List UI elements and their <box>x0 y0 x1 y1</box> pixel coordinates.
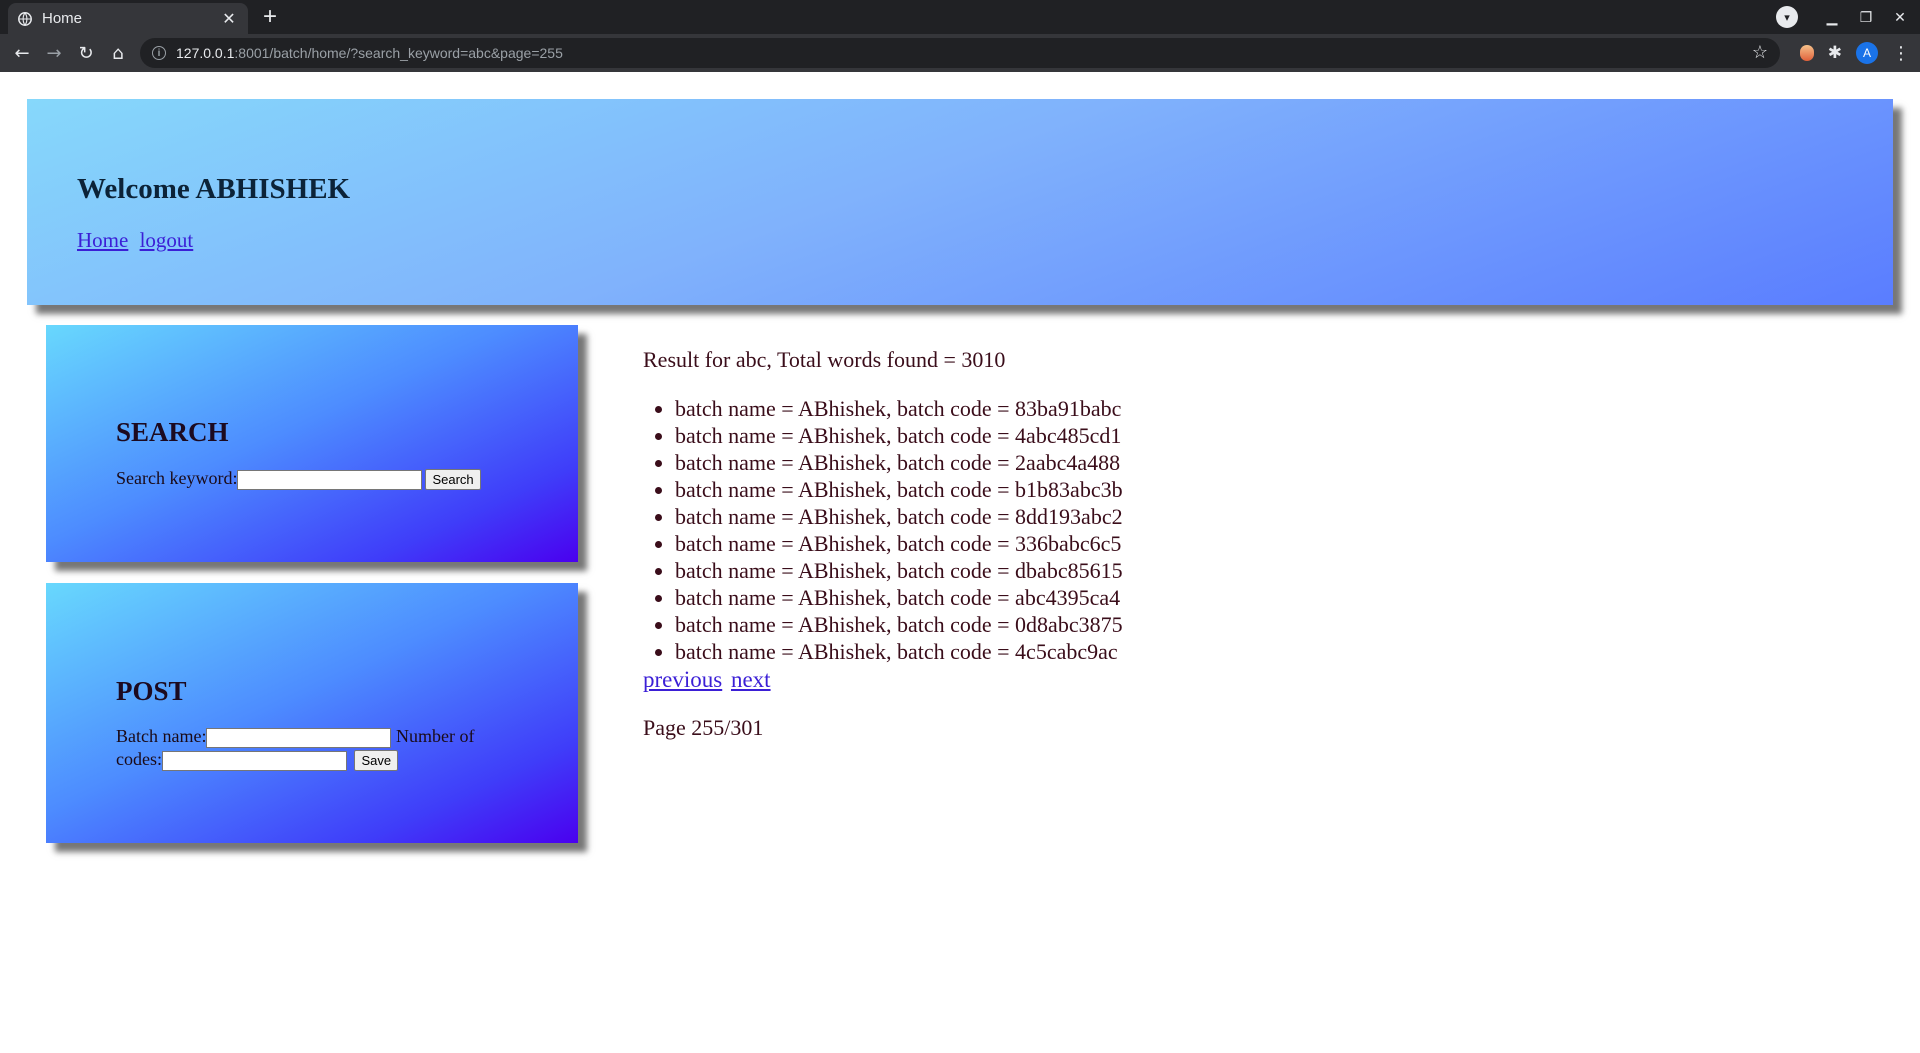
logout-link[interactable]: logout <box>140 228 194 252</box>
close-tab-icon[interactable]: ✕ <box>220 9 238 29</box>
results-list: batch name = ABhishek, batch code = 83ba… <box>643 395 1123 665</box>
post-panel-title: POST <box>116 676 187 706</box>
next-page-link[interactable]: next <box>731 667 771 692</box>
url-host: 127.0.0.1 <box>176 45 235 61</box>
batch-name-input[interactable] <box>206 727 392 748</box>
home-icon[interactable]: ⌂ <box>106 41 130 65</box>
page-indicator: Page 255/301 <box>643 715 764 740</box>
list-item: batch name = ABhishek, batch code = b1b8… <box>675 476 1123 503</box>
number-of-codes-input[interactable] <box>161 750 347 771</box>
list-item: batch name = ABhishek, batch code = 4c5c… <box>675 638 1123 665</box>
batch-name-label: Batch name: <box>116 726 207 746</box>
browser-tab-home[interactable]: Home ✕ <box>8 3 248 34</box>
back-arrow-icon[interactable]: ← <box>10 41 34 65</box>
list-item: batch name = ABhishek, batch code = dbab… <box>675 557 1123 584</box>
search-button[interactable]: Search <box>425 469 481 491</box>
list-item: batch name = ABhishek, batch code = 2aab… <box>675 449 1123 476</box>
globe-icon <box>18 11 32 26</box>
results-summary: Result for abc, Total words found = 3010 <box>643 347 1006 372</box>
browser-menu-icon[interactable]: ⋮ <box>1892 43 1910 64</box>
post-panel: POST Batch name: Number of codes: Save <box>46 583 578 843</box>
post-form: Batch name: Number of codes: Save <box>116 725 516 772</box>
search-keyword-label: Search keyword: <box>116 468 238 488</box>
list-item: batch name = ABhishek, batch code = 8dd1… <box>675 503 1123 530</box>
list-item: batch name = ABhishek, batch code = 83ba… <box>675 395 1123 422</box>
list-item: batch name = ABhishek, batch code = 336b… <box>675 530 1123 557</box>
extension-icon[interactable] <box>1799 45 1814 61</box>
restore-icon[interactable]: ❐ <box>1856 9 1876 26</box>
url-path: :8001/batch/home/?search_keyword=abc&pag… <box>234 45 563 61</box>
search-panel-title: SEARCH <box>116 417 229 447</box>
header-nav: Home logout <box>77 228 1893 253</box>
tab-search-icon[interactable]: ▾ <box>1776 6 1798 28</box>
address-bar[interactable]: i 127.0.0.1:8001/batch/home/?search_keyw… <box>140 38 1780 68</box>
search-form: Search keyword: Search <box>116 468 578 491</box>
save-button[interactable]: Save <box>354 750 399 772</box>
extensions-puzzle-icon[interactable]: ✱ <box>1828 43 1842 63</box>
tab-title: Home <box>42 10 83 27</box>
bookmark-star-icon[interactable]: ☆ <box>1752 42 1768 63</box>
search-keyword-input[interactable] <box>237 469 423 490</box>
site-info-icon[interactable]: i <box>152 46 166 60</box>
profile-avatar[interactable]: A <box>1856 42 1878 64</box>
pagination: previous next <box>643 667 1123 693</box>
home-link[interactable]: Home <box>77 228 128 252</box>
browser-tab-bar: Home ✕ + ▾ ▁ ❐ ✕ <box>0 0 1920 34</box>
previous-page-link[interactable]: previous <box>643 667 722 692</box>
list-item: batch name = ABhishek, batch code = abc4… <box>675 584 1123 611</box>
page-header: Welcome ABHISHEK Home logout <box>27 99 1893 305</box>
reload-icon[interactable]: ↻ <box>74 41 98 65</box>
close-window-icon[interactable]: ✕ <box>1890 9 1910 26</box>
welcome-heading: Welcome ABHISHEK <box>77 173 351 205</box>
search-panel: SEARCH Search keyword: Search <box>46 325 578 562</box>
forward-arrow-icon[interactable]: → <box>42 41 66 65</box>
browser-toolbar: ← → ↻ ⌂ i 127.0.0.1:8001/batch/home/?sea… <box>0 34 1920 72</box>
results-section: Result for abc, Total words found = 3010… <box>643 347 1123 741</box>
new-tab-button[interactable]: + <box>256 3 284 31</box>
list-item: batch name = ABhishek, batch code = 4abc… <box>675 422 1123 449</box>
minimize-icon[interactable]: ▁ <box>1822 9 1842 26</box>
list-item: batch name = ABhishek, batch code = 0d8a… <box>675 611 1123 638</box>
